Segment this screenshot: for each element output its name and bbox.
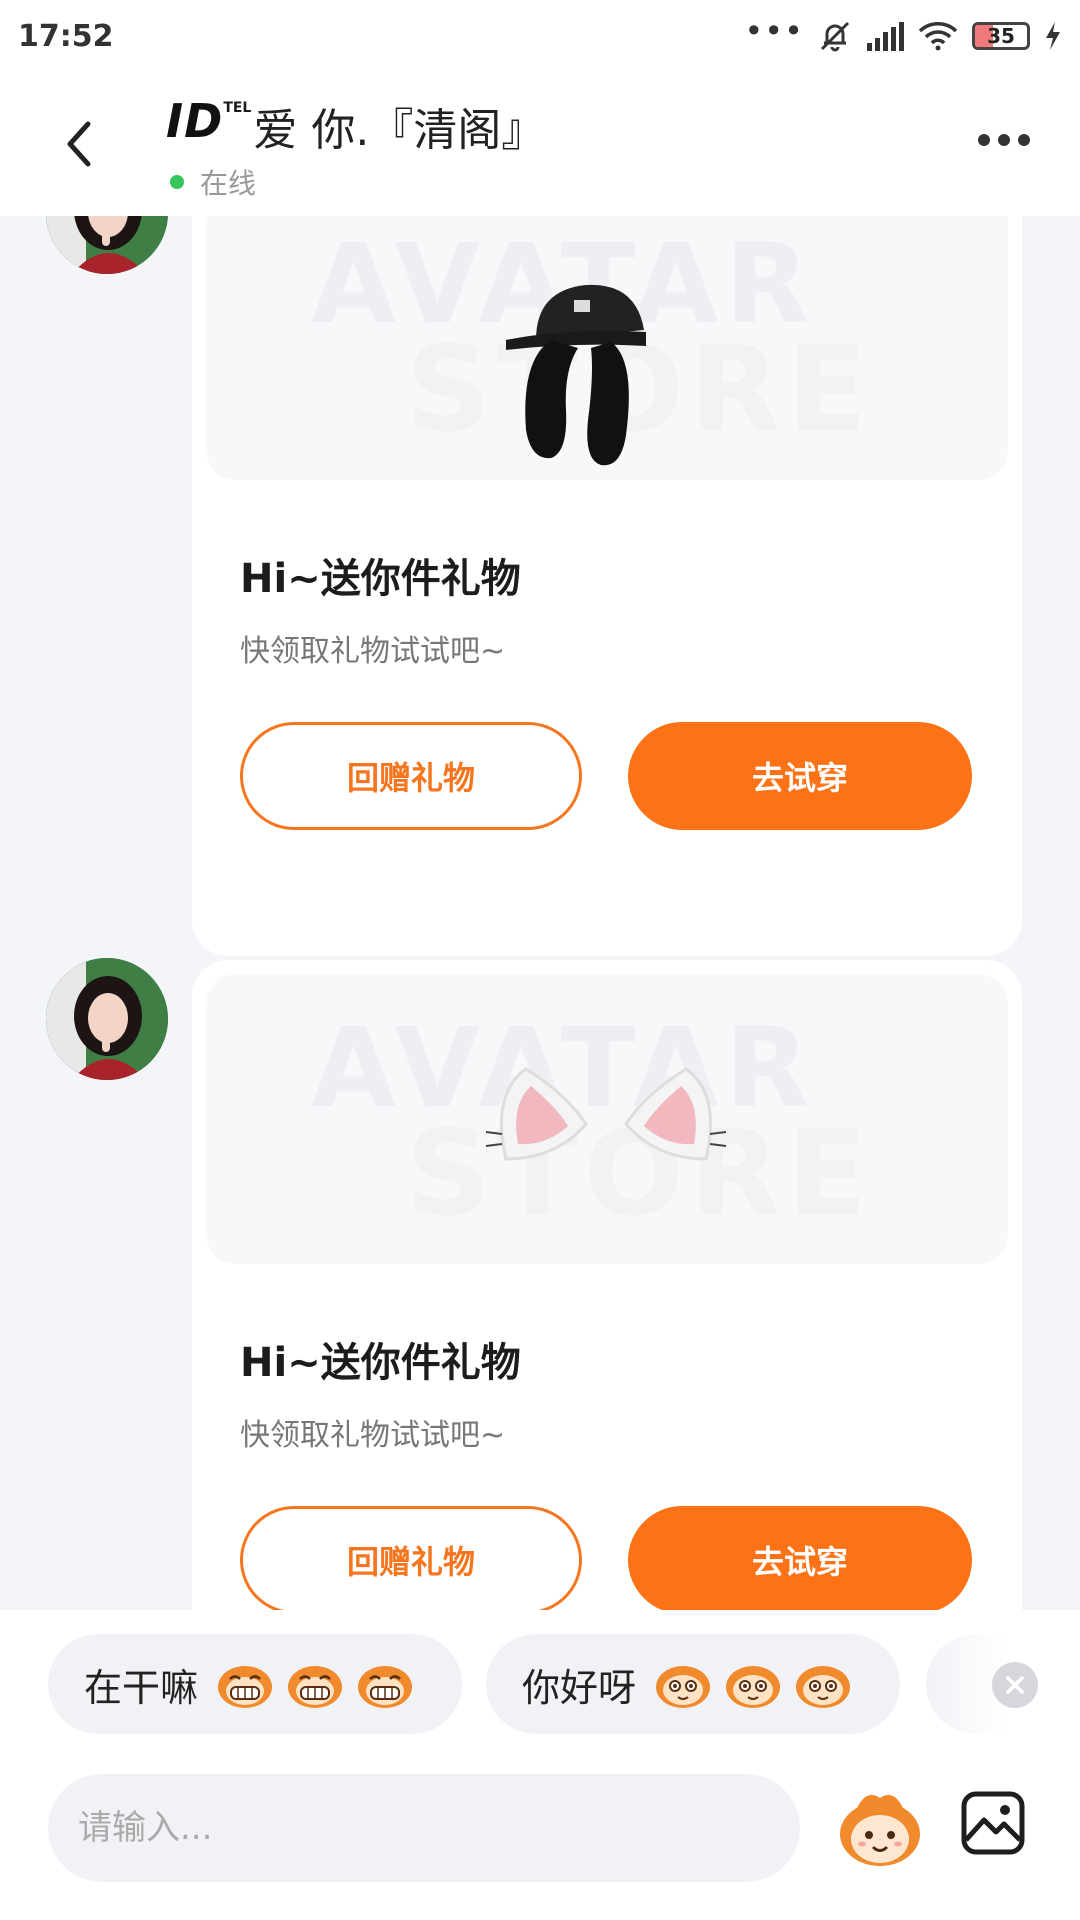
sender-avatar[interactable] <box>46 958 168 1080</box>
gift-subtitle: 快领取礼物试试吧~ <box>240 1418 506 1453</box>
contact-info: ID TEL 爱 你.『清阁』 在线 <box>166 94 545 202</box>
more-horizontal-icon <box>978 134 990 146</box>
cat-ears-icon <box>485 1067 727 1161</box>
gift-subtitle: 快领取礼物试试吧~ <box>240 634 506 669</box>
online-status-text: 在线 <box>200 167 257 200</box>
online-status: 在线 <box>166 162 545 202</box>
gift-title: Hi~送你件礼物 <box>240 556 521 602</box>
chat-header: ID TEL 爱 你.『清阁』 在线 <box>0 72 1080 216</box>
close-icon <box>1006 1676 1024 1694</box>
smiling-monkey-icon <box>656 1666 711 1708</box>
image-button[interactable] <box>960 1790 1026 1856</box>
chevron-left-icon <box>67 121 91 167</box>
try-on-button[interactable]: 去试穿 <box>628 1506 972 1610</box>
more-options-button[interactable] <box>978 134 1030 146</box>
battery-icon: 35 <box>972 22 1030 50</box>
battery-percent: 35 <box>987 24 1015 48</box>
quick-reply-chip[interactable]: 在干嘛 <box>48 1634 462 1734</box>
chat-messages[interactable]: AVATAR STORE Hi~送你件礼物 快领取礼物试试吧~ 回赠礼物 去试穿 <box>0 216 1080 1610</box>
online-dot-icon <box>170 175 184 189</box>
quick-reply-text: 在干嘛 <box>84 1665 199 1710</box>
status-bar: 17:52 ••• 35 <box>0 0 1080 72</box>
contact-name-id: ID <box>166 94 224 148</box>
smiling-monkey-icon <box>726 1666 781 1708</box>
quick-replies-bar: 在干嘛 你好呀 <box>0 1610 1080 1760</box>
message-input[interactable] <box>48 1774 800 1882</box>
return-gift-button[interactable]: 回赠礼物 <box>240 1506 582 1610</box>
back-button[interactable] <box>54 112 114 176</box>
grinning-monkey-icon <box>218 1666 273 1708</box>
status-time: 17:52 <box>18 18 114 54</box>
grinning-monkey-icon <box>288 1666 343 1708</box>
contact-name: ID TEL 爱 你.『清阁』 <box>166 94 545 158</box>
gift-image[interactable]: AVATAR STORE <box>206 974 1008 1264</box>
quick-reply-chip[interactable]: 你好呀 <box>486 1634 900 1734</box>
close-quick-replies-button[interactable] <box>992 1662 1038 1708</box>
signal-icon <box>867 22 904 51</box>
mascot-emoji-icon <box>840 1794 920 1866</box>
mute-bell-icon <box>820 21 850 52</box>
smiling-monkey-icon <box>796 1666 851 1708</box>
gift-card: AVATAR STORE Hi~送你件礼物 快领取礼物试试吧~ 回赠礼物 去试穿 <box>192 216 1022 956</box>
quick-reply-text: 你好呀 <box>522 1665 637 1710</box>
wifi-icon <box>918 22 958 51</box>
status-icons: ••• 35 <box>744 12 1062 53</box>
gift-card: AVATAR STORE Hi~送你件礼物 快领取礼物试试吧~ 回赠礼物 去试穿 <box>192 960 1022 1610</box>
contact-name-sup: TEL <box>223 100 252 116</box>
charging-bolt-icon <box>1046 22 1060 50</box>
grinning-monkey-icon <box>358 1666 413 1708</box>
bunny-cap-icon <box>506 284 646 466</box>
gift-image[interactable]: AVATAR STORE <box>206 216 1008 480</box>
return-gift-button[interactable]: 回赠礼物 <box>240 722 582 830</box>
sender-avatar[interactable] <box>46 216 168 274</box>
message-input-bar <box>0 1760 1080 1920</box>
emoji-button[interactable] <box>836 1784 924 1872</box>
avatar-photo <box>46 958 168 1080</box>
more-dots-icon: ••• <box>744 12 804 50</box>
try-on-button[interactable]: 去试穿 <box>628 722 972 830</box>
avatar-photo <box>46 216 168 274</box>
image-icon <box>961 1791 1025 1855</box>
contact-name-main: 爱 你.『清阁』 <box>253 105 546 156</box>
gift-title: Hi~送你件礼物 <box>240 1340 521 1386</box>
